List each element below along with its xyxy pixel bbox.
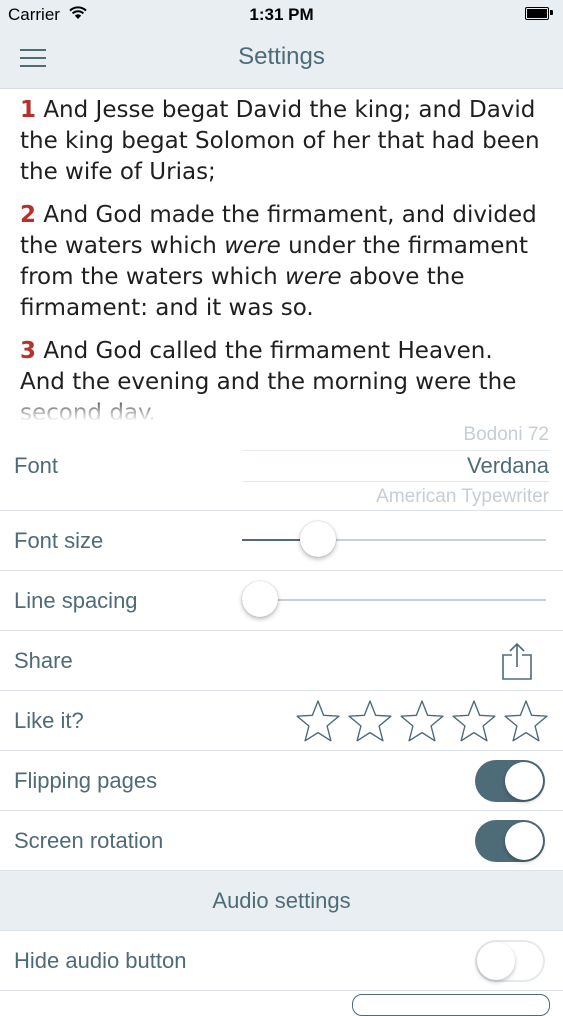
star-icon[interactable]: [451, 698, 497, 744]
battery-icon: [525, 7, 549, 20]
like-row: Like it?: [0, 691, 563, 751]
settings-panel: Font Bodoni 72 Verdana American Typewrit…: [0, 420, 563, 1000]
like-label: Like it?: [14, 708, 84, 733]
verse: 2 And God made the firmament, and divide…: [0, 200, 563, 324]
clock: 1:31 PM: [249, 5, 314, 24]
partial-button[interactable]: [352, 994, 550, 1016]
share-row[interactable]: Share: [0, 631, 563, 691]
font-label: Font: [14, 453, 59, 478]
font-option-selected[interactable]: Verdana: [243, 450, 549, 482]
star-icon[interactable]: [399, 698, 445, 744]
slider-thumb[interactable]: [300, 521, 336, 557]
toggle-knob: [505, 822, 543, 860]
battery-tip: [550, 10, 553, 15]
font-row: Font Bodoni 72 Verdana American Typewrit…: [0, 420, 563, 511]
line-spacing-label: Line spacing: [14, 588, 138, 613]
status-bar: Carrier 1:31 PM: [0, 0, 563, 28]
screen-rotation-label: Screen rotation: [14, 828, 164, 853]
toggle-knob: [505, 762, 543, 800]
screen-rotation-row: Screen rotation: [0, 811, 563, 871]
verse-text: were: [224, 233, 281, 259]
slider-thumb[interactable]: [242, 581, 278, 617]
flipping-pages-toggle[interactable]: [475, 760, 545, 802]
verse-number: 3: [20, 338, 37, 364]
toggle-knob: [477, 942, 515, 980]
share-icon[interactable]: [501, 642, 533, 680]
font-size-slider[interactable]: [242, 521, 546, 557]
audio-settings-header: Audio settings: [0, 871, 563, 931]
flipping-pages-row: Flipping pages: [0, 751, 563, 811]
star-icon[interactable]: [347, 698, 393, 744]
font-option[interactable]: Bodoni 72: [243, 420, 549, 450]
hide-audio-row: Hide audio button: [0, 931, 563, 991]
font-picker[interactable]: Bodoni 72 Verdana American Typewriter: [243, 420, 549, 510]
verse: 1 And Jesse begat David the king; and Da…: [0, 95, 563, 188]
hide-audio-label: Hide audio button: [14, 948, 187, 973]
star-icon[interactable]: [295, 698, 341, 744]
flipping-pages-label: Flipping pages: [14, 768, 158, 793]
verse: 3 And God called the firmament Heaven. A…: [0, 336, 563, 420]
page-title: Settings: [238, 43, 325, 70]
navigation-bar: Settings: [0, 28, 563, 89]
line-spacing-slider[interactable]: [242, 581, 546, 617]
share-label: Share: [14, 648, 73, 673]
font-size-label: Font size: [14, 528, 104, 553]
verse-text: were: [285, 264, 342, 290]
verse-number: 1: [20, 97, 37, 123]
line-spacing-row: Line spacing: [0, 571, 563, 631]
font-size-row: Font size: [0, 511, 563, 571]
screen-rotation-toggle[interactable]: [475, 820, 545, 862]
hide-audio-toggle[interactable]: [475, 940, 545, 982]
verse-number: 2: [20, 202, 37, 228]
verse-text: And God called the firmament Heaven. And…: [20, 338, 517, 420]
star-rating[interactable]: [289, 698, 549, 744]
star-icon[interactable]: [503, 698, 549, 744]
verse-preview: 1 And Jesse begat David the king; and Da…: [0, 89, 563, 420]
font-option[interactable]: American Typewriter: [243, 482, 549, 510]
verse-text: And Jesse begat David the king; and Davi…: [20, 97, 540, 185]
